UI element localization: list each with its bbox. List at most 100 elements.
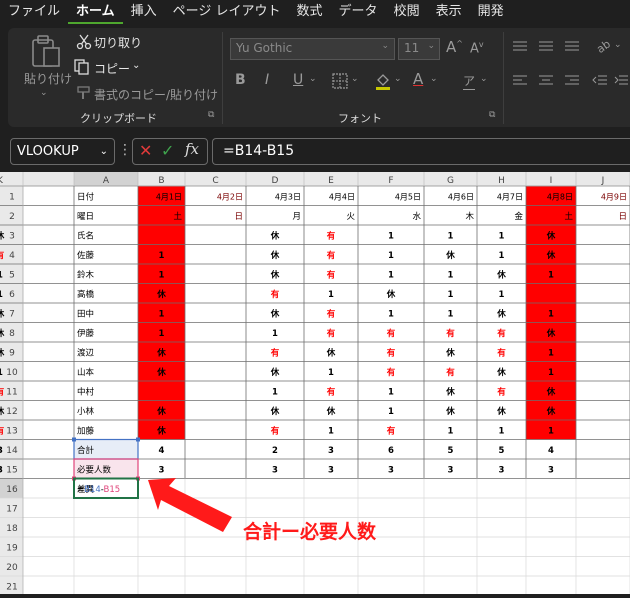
ribbon-separator xyxy=(222,32,223,124)
clipboard-launcher-icon[interactable]: ⧉ xyxy=(208,110,214,120)
format-painter-button[interactable]: 書式のコピー/貼り付け xyxy=(94,86,218,103)
paste-button[interactable]: 貼り付け xyxy=(24,70,72,87)
schedule-cell: 休 xyxy=(0,328,5,339)
required-cell: 3 xyxy=(0,466,3,476)
schedule-cell: 有 xyxy=(327,231,336,242)
insert-function-icon[interactable]: fx xyxy=(185,140,199,158)
row-header: 21 xyxy=(6,583,17,593)
date-cell: 4月4日 xyxy=(329,193,355,202)
total-cell: 5 xyxy=(499,446,505,456)
date-cell: 4月6日 xyxy=(448,193,474,202)
phonetic-button[interactable]: ア xyxy=(463,72,476,90)
schedule-cell: 休 xyxy=(326,348,336,359)
weekday-cell: 日 xyxy=(234,212,243,222)
copy-button[interactable]: コピー xyxy=(94,60,130,77)
font-launcher-icon[interactable]: ⧉ xyxy=(489,110,495,120)
required-cell: 3 xyxy=(448,466,454,476)
phonetic-chevron-icon[interactable]: ⌄ xyxy=(480,74,488,84)
orientation-chevron-icon[interactable]: ⌄ xyxy=(614,40,622,50)
font-color-button[interactable]: A xyxy=(413,70,423,88)
total-cell: 4 xyxy=(548,446,554,456)
enter-icon[interactable]: ✓ xyxy=(161,141,174,160)
align-left-icon[interactable] xyxy=(512,74,528,86)
underline-button[interactable]: U xyxy=(293,72,303,88)
font-size-value: 11 xyxy=(404,41,420,55)
required-cell: 3 xyxy=(328,466,334,476)
italic-button[interactable]: I xyxy=(265,72,269,88)
schedule-cell: 1 xyxy=(388,310,394,320)
row-header: 14 xyxy=(6,446,18,456)
menu-bar: ファイル ホーム 挿入 ページ レイアウト 数式 データ 校閲 表示 開発 xyxy=(0,0,630,24)
middle-align-icon[interactable] xyxy=(538,40,554,52)
schedule-cell: 1 xyxy=(328,368,334,378)
top-align-icon[interactable] xyxy=(512,40,528,52)
schedule-cell: 1 xyxy=(448,232,454,242)
decrease-indent-icon[interactable] xyxy=(592,74,608,86)
column-header-c: C xyxy=(212,176,218,186)
row-header: 17 xyxy=(6,505,17,515)
cancel-icon[interactable]: ✕ xyxy=(139,141,152,160)
schedule-cell: 休 xyxy=(546,231,556,242)
schedule-cell: 1 xyxy=(548,349,554,359)
cut-button[interactable]: 切り取り xyxy=(94,34,142,51)
font-name-select[interactable]: Yu Gothic ⌄ xyxy=(230,38,395,60)
menu-item[interactable]: 表示 xyxy=(428,0,470,24)
menu-item[interactable]: 開発 xyxy=(470,0,512,24)
menu-item[interactable]: 校閲 xyxy=(386,0,428,24)
paste-icon[interactable] xyxy=(30,34,62,68)
row-header: 13 xyxy=(6,427,17,437)
borders-icon[interactable] xyxy=(332,73,348,89)
borders-chevron-icon[interactable]: ⌄ xyxy=(351,74,359,84)
align-right-icon[interactable] xyxy=(564,74,580,86)
font-size-select[interactable]: 11 ⌄ xyxy=(398,38,440,60)
orientation-icon[interactable]: ab xyxy=(594,38,612,54)
schedule-cell: 休 xyxy=(496,309,506,320)
font-color-chevron-icon[interactable]: ⌄ xyxy=(430,74,438,84)
schedule-cell: 有 xyxy=(271,348,280,359)
schedule-cell: 休 xyxy=(270,250,280,261)
fill-color-chevron-icon[interactable]: ⌄ xyxy=(394,74,402,84)
name-box[interactable]: VLOOKUP ⌄ xyxy=(10,138,115,165)
schedule-cell: 1 xyxy=(272,329,278,339)
formula-buttons: ✕ ✓ fx xyxy=(132,138,208,165)
copy-chevron-icon[interactable]: ⌄ xyxy=(132,60,140,71)
ref-handle[interactable] xyxy=(72,437,76,442)
schedule-cell: 有 xyxy=(157,231,166,242)
bottom-align-icon[interactable] xyxy=(564,40,580,52)
row-header: 6 xyxy=(9,290,15,300)
weekday-cell: 日 xyxy=(618,212,627,222)
more-options-icon[interactable]: ⋮ xyxy=(118,142,132,158)
paste-chevron-icon[interactable]: ⌄ xyxy=(40,88,48,98)
column-header-f: F xyxy=(388,176,393,186)
menu-item[interactable]: ファイル xyxy=(0,0,68,24)
schedule-cell: 1 xyxy=(0,290,3,300)
name-cell: 渡辺 xyxy=(77,348,95,359)
schedule-cell: 休 xyxy=(0,348,5,359)
menu-item[interactable]: データ xyxy=(331,0,386,24)
total-cell: 6 xyxy=(388,446,394,456)
increase-indent-icon[interactable] xyxy=(614,74,628,86)
scissors-icon xyxy=(76,34,92,50)
ref-handle[interactable] xyxy=(136,437,140,442)
date-cell: 4月1日 xyxy=(156,193,182,202)
menu-item[interactable]: 数式 xyxy=(289,0,331,24)
column-header-g: G xyxy=(447,176,454,186)
total-cell: 3 xyxy=(328,446,334,456)
schedule-cell: 1 xyxy=(0,368,3,378)
shrink-font-button[interactable]: Av xyxy=(470,40,484,56)
bold-button[interactable]: B xyxy=(235,72,246,88)
date-cell: 4月5日 xyxy=(395,193,421,202)
formula-input[interactable]: =B14-B15 xyxy=(212,138,630,165)
schedule-cell: 1 xyxy=(388,407,394,417)
menu-item[interactable]: ページ レイアウト xyxy=(165,0,289,24)
grow-font-button[interactable]: A^ xyxy=(446,38,463,56)
align-center-icon[interactable] xyxy=(538,74,554,86)
underline-chevron-icon[interactable]: ⌄ xyxy=(309,74,317,84)
font-name-chevron-icon: ⌄ xyxy=(381,41,389,51)
menu-item[interactable]: ホーム xyxy=(68,0,123,24)
menu-item[interactable]: 挿入 xyxy=(123,0,165,24)
annotation-arrow-icon xyxy=(148,478,232,532)
fill-color-icon[interactable] xyxy=(374,71,392,91)
schedule-cell: 1 xyxy=(548,271,554,281)
schedule-cell: 有 xyxy=(327,387,336,398)
